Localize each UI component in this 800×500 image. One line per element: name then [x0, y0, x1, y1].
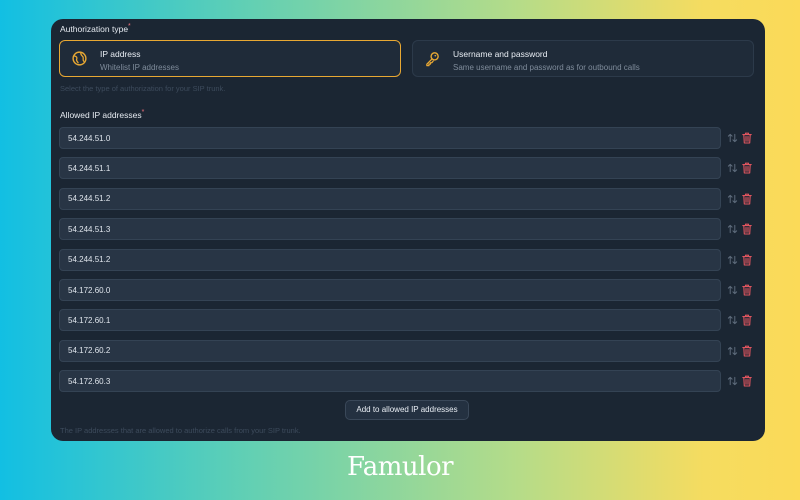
auth-option-description: Whitelist IP addresses — [100, 63, 179, 72]
allowed-ip-addresses-label: Allowed IP addresses* — [60, 109, 145, 120]
delete-icon[interactable] — [742, 345, 752, 357]
ip-address-row — [59, 279, 752, 301]
ip-address-input[interactable] — [59, 157, 721, 180]
allowed-ips-helper-text: The IP addresses that are allowed to aut… — [60, 426, 301, 435]
auth-option-description: Same username and password as for outbou… — [453, 63, 640, 72]
ip-address-input[interactable] — [59, 279, 721, 301]
key-icon — [426, 52, 439, 67]
delete-icon[interactable] — [742, 254, 752, 266]
delete-icon[interactable] — [742, 162, 752, 174]
ip-address-input[interactable] — [59, 339, 721, 362]
ip-address-row — [59, 248, 752, 271]
delete-icon[interactable] — [742, 132, 752, 144]
reorder-icon[interactable] — [727, 284, 738, 296]
required-mark: * — [128, 23, 131, 30]
ip-address-input[interactable] — [59, 370, 721, 393]
delete-icon[interactable] — [742, 375, 752, 387]
ip-address-input[interactable] — [59, 248, 721, 271]
auth-option-title: IP address — [100, 49, 141, 59]
reorder-icon[interactable] — [727, 223, 738, 235]
auth-option-ip-address[interactable]: IP address Whitelist IP addresses — [59, 40, 401, 77]
authorization-helper-text: Select the type of authorization for you… — [60, 84, 226, 93]
add-ip-address-button[interactable]: Add to allowed IP addresses — [345, 400, 469, 420]
reorder-icon[interactable] — [727, 314, 738, 326]
ip-address-row — [59, 157, 752, 180]
required-mark: * — [141, 109, 145, 116]
ip-address-row — [59, 309, 752, 332]
reorder-icon[interactable] — [727, 254, 738, 266]
reorder-icon[interactable] — [727, 345, 738, 357]
ip-address-row — [59, 218, 752, 241]
reorder-icon[interactable] — [727, 162, 738, 174]
ip-address-row — [59, 370, 752, 393]
reorder-icon[interactable] — [727, 193, 738, 205]
ip-address-row — [59, 127, 752, 149]
auth-option-title: Username and password — [453, 49, 548, 59]
ip-address-input[interactable] — [59, 127, 721, 149]
delete-icon[interactable] — [742, 223, 752, 235]
ip-address-input[interactable] — [59, 309, 721, 332]
delete-icon[interactable] — [742, 193, 752, 205]
reorder-icon[interactable] — [727, 132, 738, 144]
delete-icon[interactable] — [742, 284, 752, 296]
authorization-type-label: Authorization type* — [60, 23, 131, 34]
ip-address-input[interactable] — [59, 187, 721, 210]
sip-trunk-settings-panel: Authorization type* IP address Whitelist… — [51, 19, 765, 441]
globe-icon — [72, 51, 87, 66]
auth-option-username-password[interactable]: Username and password Same username and … — [412, 40, 754, 77]
ip-address-row — [59, 187, 752, 210]
brand-logo: Famulor — [346, 452, 454, 482]
ip-address-row — [59, 339, 752, 362]
ip-address-input[interactable] — [59, 218, 721, 241]
delete-icon[interactable] — [742, 314, 752, 326]
reorder-icon[interactable] — [727, 375, 738, 387]
